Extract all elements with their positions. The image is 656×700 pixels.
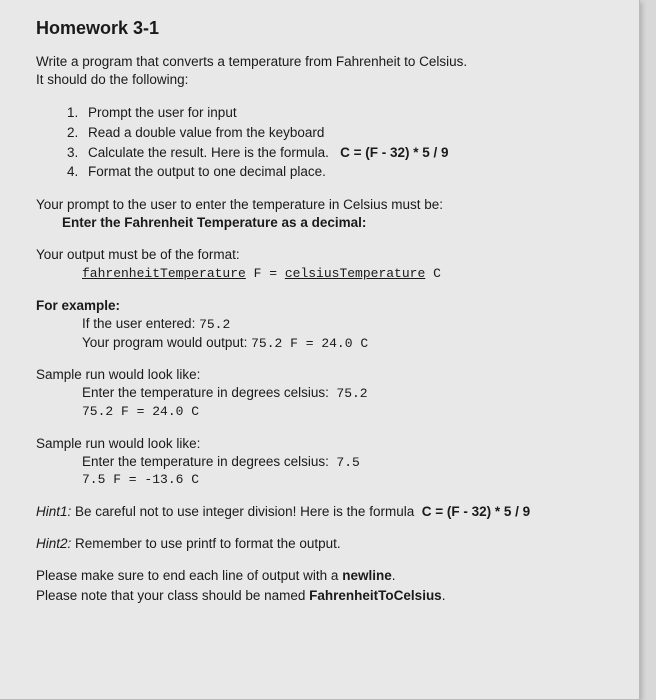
step-text: Calculate the result. Here is the formul… [88, 145, 329, 160]
note2-line: Please note that your class should be na… [36, 587, 611, 605]
output-block: Your output must be of the format: fahre… [36, 246, 611, 283]
note2-b: FahrenheitToCelsius [309, 588, 442, 603]
sample2-output: 7.5 F = -13.6 C [36, 471, 611, 489]
output-mid: F = [246, 266, 285, 281]
steps-list: Prompt the user for input Read a double … [36, 103, 611, 181]
example-block: For example: If the user entered: 75.2 Y… [36, 297, 611, 352]
formula-inline: C = (F - 32) * 5 / 9 [340, 145, 448, 160]
prompt-value: Enter the Fahrenheit Temperature as a de… [36, 214, 611, 232]
sample1-line1: Enter the temperature in degrees celsius… [36, 384, 611, 403]
hint2-line: Hint2: Remember to use printf to format … [36, 535, 611, 553]
example-out-line: Your program would output: 75.2 F = 24.0… [36, 334, 611, 353]
sample1-input: 75.2 [336, 386, 367, 401]
hint2-label: Hint2: [36, 536, 71, 551]
hint2-block: Hint2: Remember to use printf to format … [36, 535, 611, 553]
intro-block: Write a program that converts a temperat… [36, 53, 611, 89]
hint1-formula: C = (F - 32) * 5 / 9 [422, 504, 530, 519]
example-heading: For example: [36, 297, 611, 315]
output-var-celsius: celsiusTemperature [285, 266, 425, 281]
prompt-block: Your prompt to the user to enter the tem… [36, 196, 611, 232]
step-item: Format the output to one decimal place. [82, 162, 611, 182]
note1-b: newline [342, 568, 392, 583]
example-out-text: Your program would output: [82, 335, 251, 350]
sample2-line1: Enter the temperature in degrees celsius… [36, 453, 611, 472]
output-var-fahrenheit: fahrenheitTemperature [82, 266, 246, 281]
example-if-value: 75.2 [199, 317, 230, 332]
document-page: Homework 3-1 Write a program that conver… [0, 0, 640, 700]
hint2-text: Remember to use printf to format the out… [71, 536, 340, 551]
sample2-prompt: Enter the temperature in degrees celsius… [82, 454, 329, 469]
step-item: Read a double value from the keyboard [82, 123, 611, 143]
sample-run-2: Sample run would look like: Enter the te… [36, 435, 611, 489]
prompt-intro: Your prompt to the user to enter the tem… [36, 196, 611, 214]
hint1-text: Be careful not to use integer division! … [71, 504, 418, 519]
sample1-output: 75.2 F = 24.0 C [36, 403, 611, 421]
note2-a: Please note that your class should be na… [36, 588, 309, 603]
step-item: Prompt the user for input [82, 103, 611, 123]
page-title: Homework 3-1 [36, 18, 611, 39]
note1-c: . [392, 568, 396, 583]
intro-line-1: Write a program that converts a temperat… [36, 53, 611, 71]
notes-block: Please make sure to end each line of out… [36, 567, 611, 605]
example-if-line: If the user entered: 75.2 [36, 315, 611, 334]
example-if-text: If the user entered: [82, 316, 199, 331]
sample2-heading: Sample run would look like: [36, 435, 611, 453]
hint1-block: Hint1: Be careful not to use integer div… [36, 503, 611, 521]
example-out-value: 75.2 F = 24.0 C [251, 336, 368, 351]
note1-a: Please make sure to end each line of out… [36, 568, 342, 583]
note1-line: Please make sure to end each line of out… [36, 567, 611, 585]
note2-c: . [442, 588, 446, 603]
output-intro: Your output must be of the format: [36, 246, 611, 264]
intro-line-2: It should do the following: [36, 71, 611, 89]
hint1-line: Hint1: Be careful not to use integer div… [36, 503, 611, 521]
sample2-input: 7.5 [336, 455, 359, 470]
output-end: C [425, 266, 441, 281]
step-item: Calculate the result. Here is the formul… [82, 143, 611, 163]
hint1-label: Hint1: [36, 504, 71, 519]
sample1-prompt: Enter the temperature in degrees celsius… [82, 385, 329, 400]
sample-run-1: Sample run would look like: Enter the te… [36, 366, 611, 420]
output-format: fahrenheitTemperature F = celsiusTempera… [36, 264, 611, 283]
sample1-heading: Sample run would look like: [36, 366, 611, 384]
